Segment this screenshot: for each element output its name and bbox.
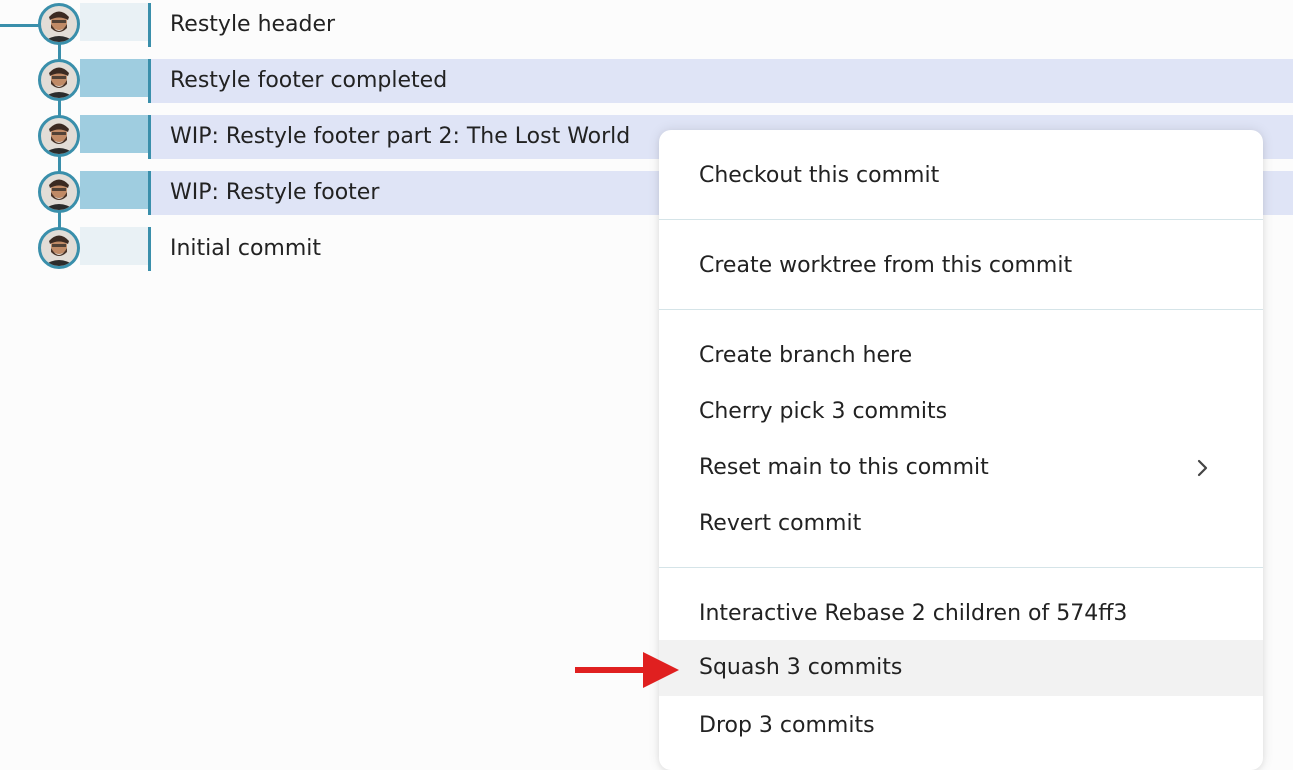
menu-item-create-branch[interactable]: Create branch here [659,328,1263,384]
commit-message: Restyle header [170,12,336,37]
menu-item-label: Create worktree from this commit [699,253,1073,278]
commit-message: Initial commit [170,236,322,261]
menu-item-revert[interactable]: Revert commit [659,496,1263,552]
menu-item-label: Create branch here [699,343,913,368]
commit-row[interactable]: Restyle footer completed [0,56,1293,103]
avatar[interactable] [38,115,80,157]
menu-item-label: Revert commit [699,511,862,536]
menu-separator [659,219,1263,220]
commit-message: Restyle footer completed [170,68,448,93]
menu-item-create-worktree[interactable]: Create worktree from this commit [659,238,1263,294]
avatar[interactable] [38,227,80,269]
context-menu: Checkout this commit Create worktree fro… [659,130,1263,770]
menu-item-cherry-pick[interactable]: Cherry pick 3 commits [659,384,1263,440]
menu-item-label: Checkout this commit [699,163,940,188]
menu-separator [659,567,1263,568]
menu-item-interactive-rebase[interactable]: Interactive Rebase 2 children of 574ff3 [659,586,1263,642]
menu-item-reset[interactable]: Reset main to this commit [659,440,1263,496]
menu-item-drop[interactable]: Drop 3 commits [659,698,1263,754]
menu-item-label: Reset main to this commit [699,455,989,480]
commit-row[interactable]: Restyle header [0,0,1293,47]
red-arrow-annotation [575,651,681,689]
menu-item-label: Cherry pick 3 commits [699,399,948,424]
commit-message: WIP: Restyle footer part 2: The Lost Wor… [170,124,631,149]
menu-item-label: Interactive Rebase 2 children of 574ff3 [699,601,1128,626]
menu-item-label: Drop 3 commits [699,713,875,738]
avatar[interactable] [38,3,80,45]
menu-item-label: Squash 3 commits [699,655,903,680]
menu-separator [659,309,1263,310]
menu-item-squash[interactable]: Squash 3 commits [659,640,1263,696]
avatar[interactable] [38,171,80,213]
commit-message: WIP: Restyle footer [170,180,380,205]
chevron-right-icon [1191,456,1215,480]
avatar[interactable] [38,59,80,101]
menu-item-checkout[interactable]: Checkout this commit [659,148,1263,204]
